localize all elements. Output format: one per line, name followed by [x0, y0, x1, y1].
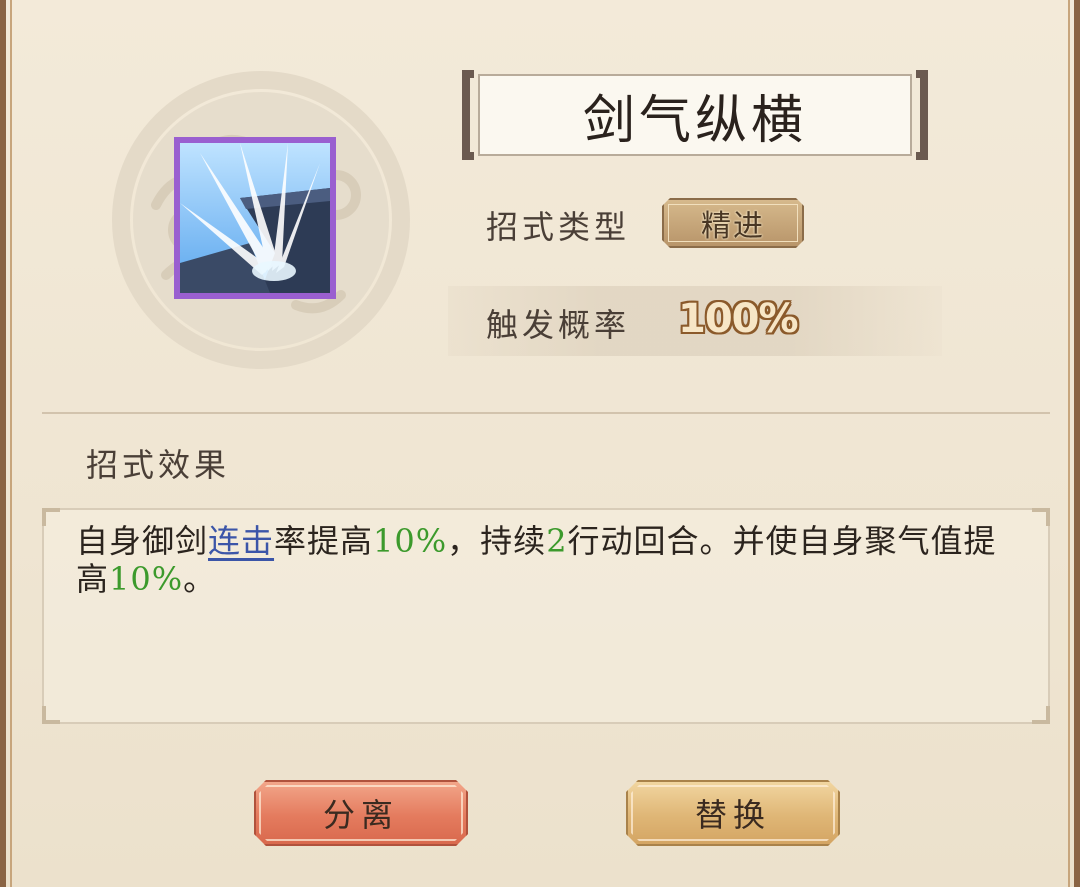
effect-description-box: 自身御剑连击率提高10%，持续2行动回合。并使自身聚气值提高10%。 [42, 508, 1050, 724]
corner-decoration [1032, 706, 1050, 724]
skill-icon [174, 137, 336, 299]
effect-text-segment: 率提高 [274, 522, 374, 560]
bracket-right-decoration [916, 70, 928, 160]
skill-type-label: 招式类型 [486, 208, 631, 246]
separate-button[interactable]: 分离 [254, 780, 468, 846]
bracket-left-decoration [462, 70, 474, 160]
skill-type-value: 精进 [701, 209, 765, 244]
trigger-rate-value: 100% [678, 296, 799, 342]
effect-text-segment: 自身御剑 [76, 522, 209, 560]
corner-decoration [42, 706, 60, 724]
corner-decoration [1032, 508, 1050, 526]
skill-type-badge: 精进 [662, 198, 804, 248]
section-divider [42, 412, 1050, 414]
replace-button[interactable]: 替换 [626, 780, 840, 846]
effect-value-highlight: 2 [546, 522, 568, 560]
effect-description: 自身御剑连击率提高10%，持续2行动回合。并使自身聚气值提高10%。 [76, 522, 1026, 598]
separate-button-label: 分离 [322, 796, 399, 834]
title-box: 剑气纵横 [478, 74, 912, 156]
corner-decoration [42, 508, 60, 526]
effect-value-highlight: 10% [373, 522, 448, 560]
sword-qi-burst-icon [180, 143, 330, 293]
effect-text-segment: 。 [183, 560, 217, 598]
replace-button-label: 替换 [694, 796, 771, 834]
skill-detail-panel: 剑气纵横 招式类型 精进 触发概率 100% 招式效果 自身御剑连击率提高10%… [0, 0, 1080, 887]
effect-heading: 招式效果 [86, 446, 231, 484]
skill-title-banner: 剑气纵横 [462, 70, 928, 162]
effect-value-highlight: 10% [109, 560, 184, 598]
skill-name: 剑气纵横 [582, 90, 807, 151]
effect-text-segment: ，持续 [447, 522, 547, 560]
combo-keyword-link[interactable]: 连击 [208, 522, 274, 560]
trigger-rate-label: 触发概率 [486, 306, 631, 344]
